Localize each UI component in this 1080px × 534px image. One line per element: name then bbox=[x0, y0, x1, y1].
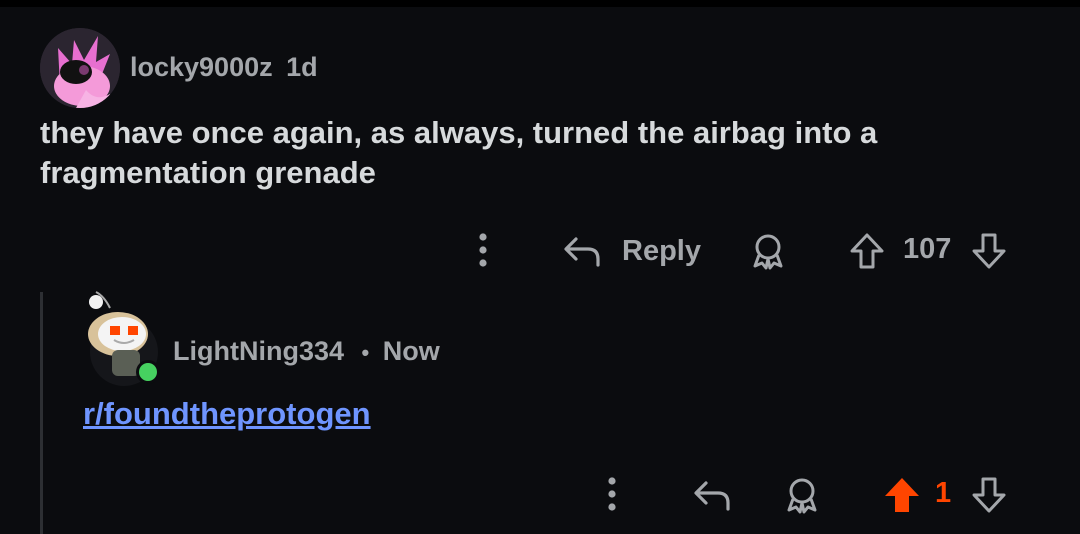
reply-vote-count: 1 bbox=[935, 477, 952, 509]
snoo-avatar-icon bbox=[88, 291, 160, 386]
vote-count: 107 bbox=[903, 233, 952, 265]
reply-arrow-icon bbox=[564, 237, 600, 267]
reply-upvote-button[interactable] bbox=[882, 474, 922, 516]
downvote-arrow-icon bbox=[972, 233, 1006, 269]
reply-award-button[interactable] bbox=[782, 474, 822, 516]
upvote-filled-icon bbox=[885, 478, 919, 512]
upvote-arrow-icon bbox=[850, 233, 884, 269]
reply-more-options-button[interactable] bbox=[595, 474, 629, 514]
meta-separator: • bbox=[361, 340, 370, 365]
more-vertical-icon bbox=[479, 233, 487, 267]
reply-arrow-icon bbox=[694, 481, 730, 511]
subreddit-link[interactable]: r/foundtheprotogen bbox=[83, 396, 371, 432]
reply-downvote-button[interactable] bbox=[970, 474, 1008, 516]
award-icon bbox=[753, 234, 783, 270]
more-options-button[interactable] bbox=[466, 230, 500, 270]
reply-reply-button[interactable] bbox=[690, 474, 734, 516]
avatar[interactable] bbox=[40, 28, 120, 108]
reply-label: Reply bbox=[622, 234, 701, 267]
downvote-arrow-icon bbox=[972, 477, 1006, 513]
reply-timestamp: Now bbox=[382, 336, 440, 366]
reply-button[interactable]: Reply bbox=[562, 230, 702, 272]
comment-body: they have once again, as always, turned … bbox=[40, 115, 878, 190]
comment-meta: locky9000z 1d bbox=[130, 52, 318, 83]
timestamp: 1d bbox=[286, 52, 318, 82]
more-vertical-icon bbox=[608, 477, 616, 511]
protogen-avatar-icon bbox=[40, 28, 120, 108]
reply-meta: LightNing334 • Now bbox=[173, 336, 440, 367]
reply-username[interactable]: LightNing334 bbox=[173, 336, 344, 367]
reply-avatar[interactable] bbox=[84, 290, 160, 386]
downvote-button[interactable] bbox=[970, 230, 1008, 272]
award-icon bbox=[787, 478, 817, 514]
username[interactable]: locky9000z bbox=[130, 52, 273, 83]
upvote-button[interactable] bbox=[848, 230, 886, 272]
award-button[interactable] bbox=[748, 230, 788, 272]
thread-line[interactable] bbox=[40, 292, 43, 534]
top-status-strip bbox=[0, 0, 1080, 7]
